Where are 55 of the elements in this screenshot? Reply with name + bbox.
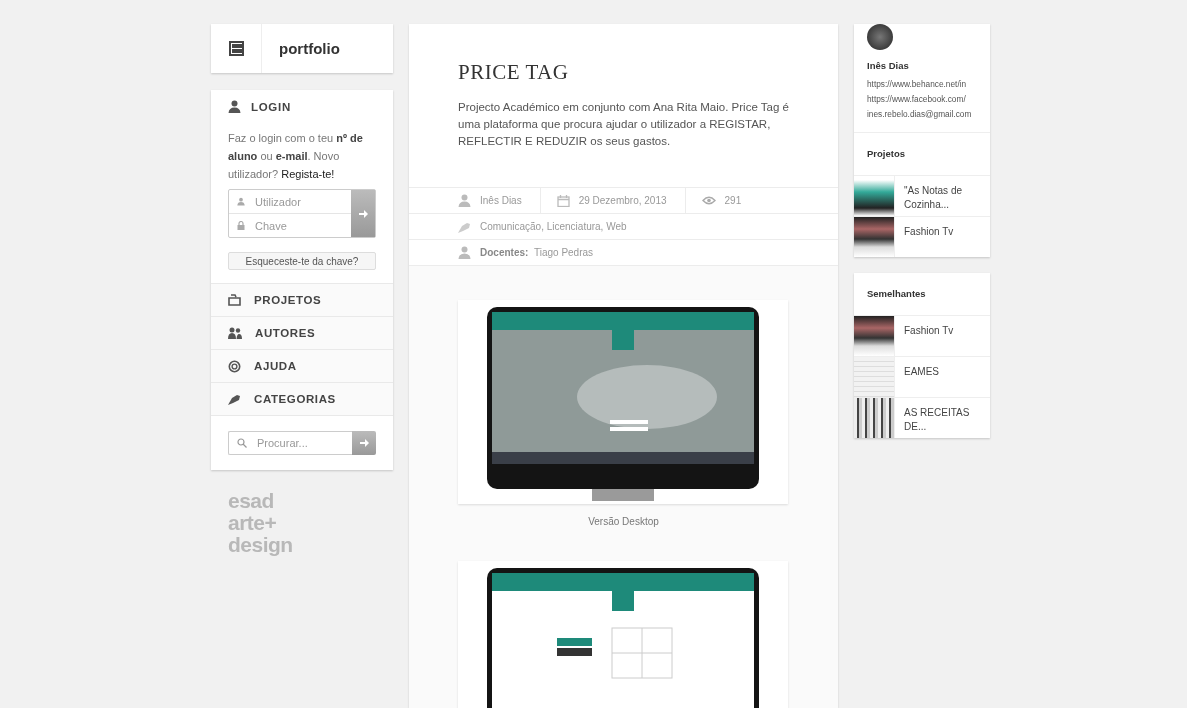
contact-link[interactable]: https://www.facebook.com/ — [854, 92, 990, 107]
thumbnail-image — [854, 217, 895, 257]
search-button[interactable] — [352, 431, 376, 455]
login-text: Faz o login com o teu nº de aluno ou e-mail. Novo utilizador? Regista-te! — [227, 131, 364, 182]
section-title: Semelhantes — [866, 287, 927, 301]
view-count: 291 — [724, 195, 742, 206]
nav-item[interactable]: CATEGORIAS — [211, 382, 393, 415]
thumbnail-image — [854, 176, 895, 216]
thumbnail-image — [854, 357, 895, 397]
folder-icon — [228, 294, 241, 306]
image-caption: Versão Desktop — [587, 516, 660, 527]
contact-link[interactable]: https://www.behance.net/in — [854, 77, 990, 92]
author-name: Inês Dias — [480, 195, 522, 206]
author-name: Inês Dias — [866, 59, 910, 73]
nav-item[interactable]: PROJETOS — [211, 283, 393, 316]
thumbnail-image — [854, 398, 895, 438]
project-item[interactable]: "As Notas de Cozinha... — [854, 175, 990, 216]
arrow-icon — [359, 439, 369, 447]
project-item[interactable]: AS RECEITAS DE... — [854, 397, 990, 438]
login-heading: LOGIN — [251, 100, 291, 113]
lock-icon — [237, 221, 245, 230]
contact-link[interactable]: ines.rebelo.dias@gmail.com — [854, 107, 990, 122]
username-field[interactable]: Utilizador — [253, 194, 343, 209]
nav-item[interactable]: AJUDA — [211, 349, 393, 382]
brand-logo-text: esad arte+ design — [228, 490, 294, 556]
avatar[interactable] — [867, 24, 893, 50]
search-icon — [237, 438, 247, 448]
project-title: PRICE TAG — [457, 59, 570, 85]
project-description: Projecto Académico em conjunto com Ana Rita Maio. Price Tag é uma plataforma que procura ajudar o utilizador a REGISTAR, REFLECTIR E REDUZIR os seus gastos. — [458, 100, 789, 149]
arrow-icon — [358, 209, 368, 218]
search-input[interactable]: Procurar... — [255, 436, 344, 450]
date-text: 29 Dezembro, 2013 — [578, 195, 667, 206]
project-item[interactable]: Fashion Tv — [854, 216, 990, 257]
calendar-icon — [556, 194, 570, 207]
people-icon — [228, 327, 242, 339]
teacher-icon — [458, 246, 471, 259]
project-item[interactable]: EAMES — [854, 356, 990, 397]
login-button[interactable] — [351, 190, 375, 237]
register-link[interactable]: Regista-te! — [281, 168, 335, 180]
person-icon — [228, 100, 241, 113]
forgot-password-button[interactable]: Esqueceste-te da chave? — [228, 252, 376, 270]
section-title: Projetos — [866, 147, 906, 161]
teachers-text: Docentes: Tiago Pedras — [480, 247, 594, 258]
eye-icon — [701, 196, 716, 205]
lifebuoy-icon — [228, 359, 241, 373]
password-field[interactable]: Chave — [253, 218, 343, 233]
person-icon — [237, 197, 245, 206]
logo-icon — [228, 41, 244, 56]
search-field[interactable]: Procurar... — [228, 431, 352, 455]
person-icon — [458, 194, 471, 207]
category-list: Comunicação, Licenciatura, Web — [480, 221, 627, 232]
thumbnail-image — [854, 316, 895, 356]
nav-item[interactable]: AUTORES — [211, 316, 393, 349]
site-title: portfolio — [278, 40, 340, 57]
project-item[interactable]: Fashion Tv — [854, 315, 990, 356]
